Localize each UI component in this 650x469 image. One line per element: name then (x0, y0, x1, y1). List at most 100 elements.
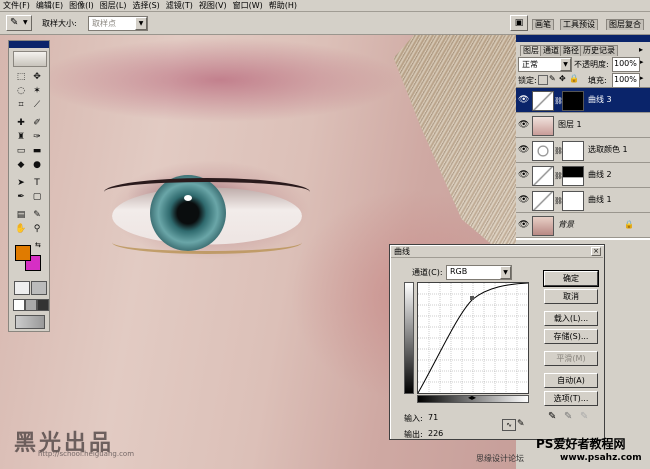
screen-mode-menu-icon[interactable] (25, 299, 37, 311)
eyedropper-icon[interactable]: ✎ (30, 209, 44, 221)
layer-row-curves-2[interactable]: 👁 ⛓ 曲线 2 (516, 163, 650, 188)
layer-row-selective-color-1[interactable]: 👁 ⛓ 选取颜色 1 (516, 138, 650, 163)
dodge-tool-icon[interactable]: ● (30, 159, 44, 171)
curve-control-point[interactable] (470, 296, 474, 300)
quickmask-mode-icon[interactable] (31, 281, 47, 295)
visibility-eye-icon[interactable]: 👁 (518, 220, 529, 230)
blend-mode-select[interactable]: 正常 ▼ (518, 57, 572, 72)
dialog-titlebar[interactable]: 曲线 × (391, 246, 603, 258)
tab-tool-presets[interactable]: 工具预设 (560, 19, 598, 30)
blur-tool-icon[interactable]: ◆ (14, 159, 28, 171)
lock-image-icon[interactable]: ✎ (549, 74, 556, 83)
notes-tool-icon[interactable]: ▤ (14, 209, 28, 221)
eraser-tool-icon[interactable]: ▭ (14, 145, 28, 157)
slice-tool-icon[interactable]: ⟋ (30, 99, 44, 111)
jump-to-imageready-icon[interactable] (15, 315, 45, 329)
fill-field[interactable]: 100% (612, 73, 640, 88)
swap-colors-icon[interactable]: ⇆ (35, 241, 41, 249)
menu-window[interactable]: 窗口(W) (230, 0, 266, 11)
visibility-eye-icon[interactable]: 👁 (518, 120, 529, 130)
pen-tool-icon[interactable]: ✒ (14, 191, 28, 203)
layer-name: 图层 1 (558, 120, 582, 129)
lock-position-icon[interactable]: ✥ (559, 74, 566, 83)
menu-layer[interactable]: 图层(L) (97, 0, 130, 11)
lock-transparency-icon[interactable] (538, 75, 548, 85)
menu-file[interactable]: 文件(F) (0, 0, 33, 11)
sample-size-select[interactable]: 取样点 ▼ (88, 16, 148, 31)
curve-mode-icon[interactable]: ∿ (502, 419, 516, 431)
layer-mask-thumbnail[interactable] (562, 191, 584, 211)
foreground-color-swatch[interactable] (15, 245, 31, 261)
layer-row-background[interactable]: 👁 背景 🔒 (516, 213, 650, 238)
options-button[interactable]: 选项(T)... (544, 391, 598, 406)
smooth-button[interactable]: 平滑(M) (544, 351, 598, 366)
screen-mode-full-icon[interactable] (37, 299, 49, 311)
shape-tool-icon[interactable]: ▢ (30, 191, 44, 203)
panel-menu-icon[interactable]: ▸ (639, 45, 643, 54)
crop-tool-icon[interactable]: ⌗ (14, 99, 28, 111)
marquee-tool-icon[interactable]: ⬚ (14, 71, 28, 83)
layer-mask-thumbnail[interactable] (562, 141, 584, 161)
ok-button[interactable]: 确定 (543, 270, 599, 287)
channel-select[interactable]: RGB ▼ (446, 265, 512, 280)
adobe-online-logo[interactable] (13, 51, 47, 67)
path-selection-icon[interactable]: ➤ (14, 177, 28, 189)
brush-tool-icon[interactable]: ✐ (30, 117, 44, 129)
magic-wand-icon[interactable]: ✶ (30, 85, 44, 97)
tab-brushes[interactable]: 画笔 (532, 19, 554, 30)
layer-mask-thumbnail[interactable] (562, 91, 584, 111)
layer-mask-thumbnail[interactable] (562, 166, 584, 186)
black-point-eyedropper-icon[interactable]: ✎ (548, 411, 556, 422)
visibility-eye-icon[interactable]: 👁 (518, 145, 529, 155)
history-brush-icon[interactable]: ✑ (30, 131, 44, 143)
tab-layer-comps[interactable]: 图层复合 (606, 19, 644, 30)
chevron-right-icon[interactable]: ▸ (640, 58, 644, 66)
visibility-eye-icon[interactable]: 👁 (518, 170, 529, 180)
tab-history[interactable]: 历史记录 (580, 45, 618, 56)
menu-edit[interactable]: 编辑(E) (33, 0, 66, 11)
menu-select[interactable]: 选择(S) (129, 0, 162, 11)
save-button[interactable]: 存储(S)... (544, 329, 598, 344)
move-tool-icon[interactable]: ✥ (30, 71, 44, 83)
menu-image[interactable]: 图像(I) (66, 0, 97, 11)
gray-point-eyedropper-icon[interactable]: ✎ (564, 411, 572, 422)
layer-thumbnail (532, 116, 554, 136)
hand-tool-icon[interactable]: ✋ (14, 223, 28, 235)
white-point-eyedropper-icon[interactable]: ✎ (580, 411, 588, 422)
tab-channels[interactable]: 通道 (540, 45, 562, 56)
gradient-tool-icon[interactable]: ▬ (30, 145, 44, 157)
toolbox-titlebar[interactable] (9, 41, 49, 48)
auto-button[interactable]: 自动(A) (544, 373, 598, 388)
type-tool-icon[interactable]: T (30, 177, 44, 189)
load-button[interactable]: 载入(L)... (544, 311, 598, 326)
menu-filter[interactable]: 滤镜(T) (163, 0, 196, 11)
chevron-right-icon[interactable]: ▸ (640, 74, 644, 82)
visibility-eye-icon[interactable]: 👁 (518, 195, 529, 205)
pencil-icon[interactable]: ✎ (517, 419, 525, 429)
healing-brush-icon[interactable]: ✚ (14, 117, 28, 129)
layer-name: 曲线 3 (588, 95, 612, 104)
close-icon[interactable]: × (591, 247, 601, 256)
lasso-tool-icon[interactable]: ◌ (14, 85, 28, 97)
opacity-label: 不透明度: (574, 60, 609, 69)
layer-row-curves-1[interactable]: 👁 ⛓ 曲线 1 (516, 188, 650, 213)
tab-paths[interactable]: 路径 (560, 45, 582, 56)
clone-stamp-icon[interactable]: ♜ (14, 131, 28, 143)
file-browser-icon[interactable]: ▣ (510, 15, 528, 31)
menu-help[interactable]: 帮助(H) (266, 0, 300, 11)
lock-all-icon[interactable]: 🔒 (569, 74, 579, 83)
screen-mode-standard-icon[interactable] (13, 299, 25, 311)
zoom-tool-icon[interactable]: ⚲ (30, 223, 44, 235)
gradient-toggle-icon[interactable]: ◂▸ (468, 393, 476, 402)
layer-row-curves-3[interactable]: 👁 ⛓ 曲线 3 (516, 88, 650, 113)
layer-row-layer-1[interactable]: 👁 图层 1 (516, 113, 650, 138)
opacity-field[interactable]: 100% (612, 57, 640, 72)
tool-preset-picker[interactable]: ✎ ▼ (6, 15, 32, 31)
curve-graph[interactable] (417, 282, 529, 394)
tab-layers[interactable]: 图层 (520, 45, 542, 56)
visibility-eye-icon[interactable]: 👁 (518, 95, 529, 105)
menu-view[interactable]: 视图(V) (196, 0, 230, 11)
panel-titlebar[interactable] (516, 35, 650, 42)
cancel-button[interactable]: 取消 (544, 289, 598, 304)
standard-mode-icon[interactable] (14, 281, 30, 295)
